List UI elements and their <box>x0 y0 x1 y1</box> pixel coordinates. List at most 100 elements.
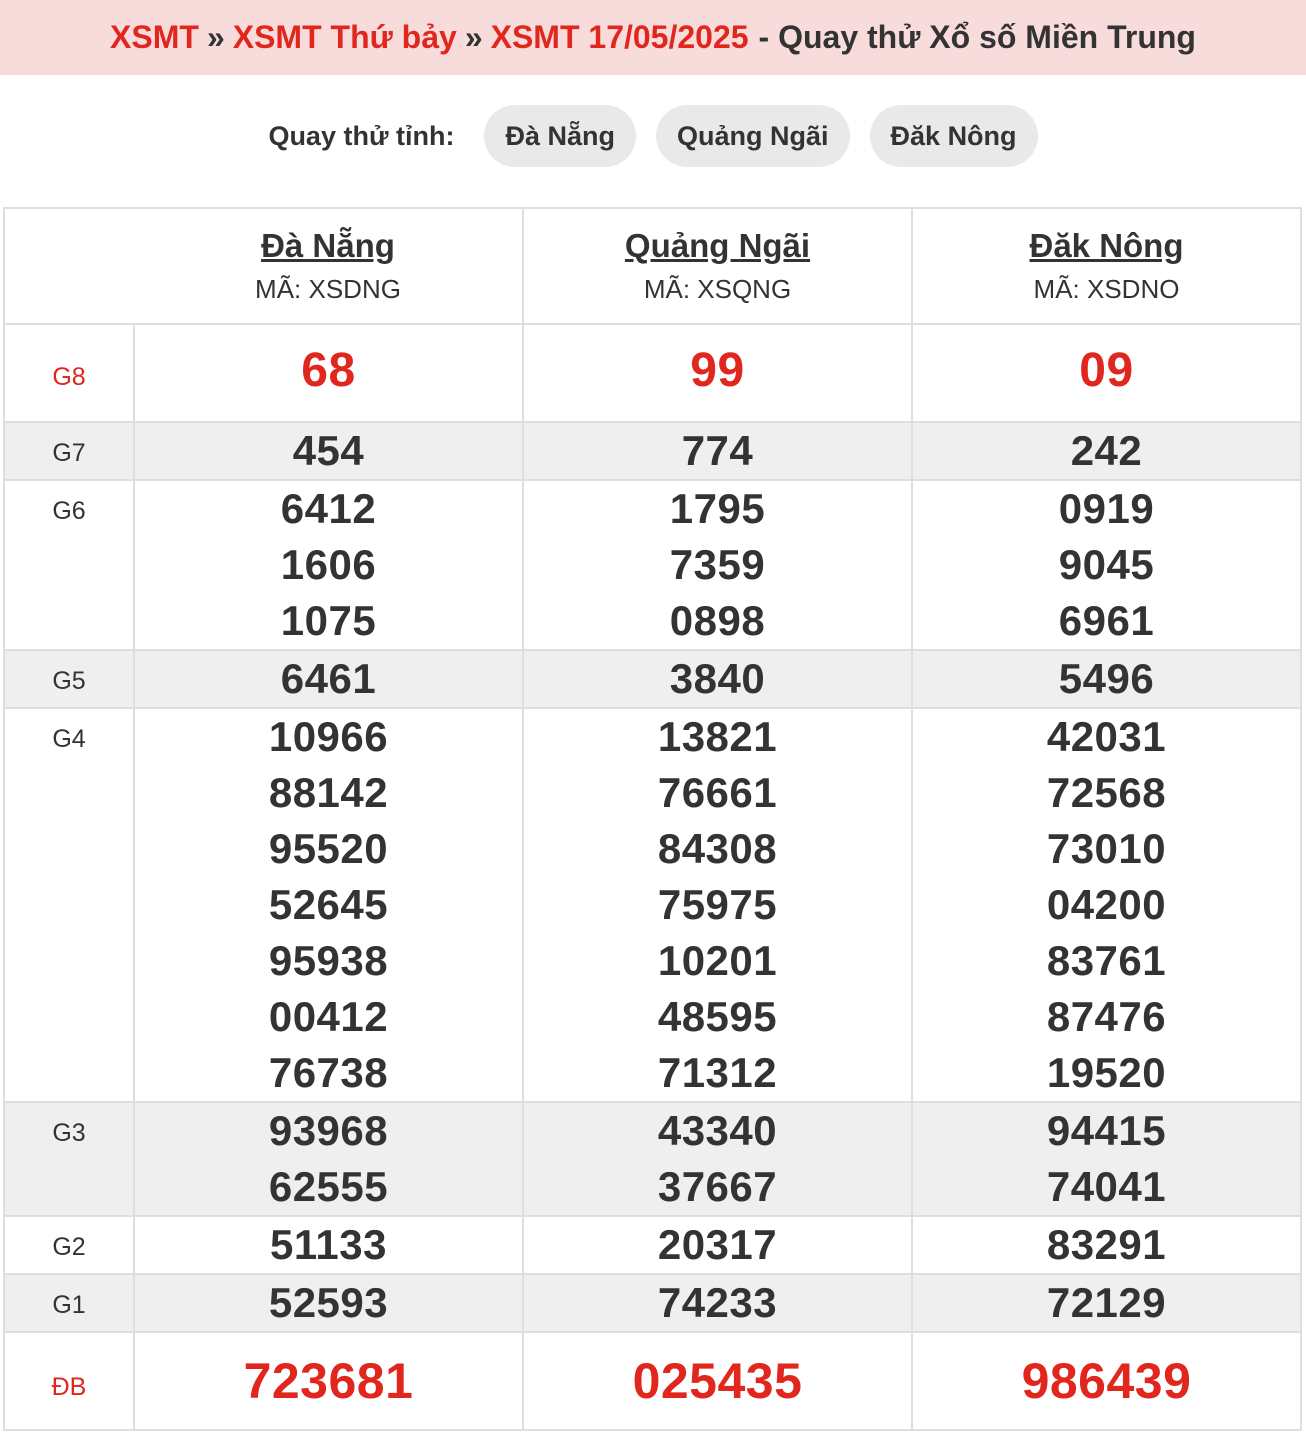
prize-cell: 68 <box>133 323 524 423</box>
prize-number: 74041 <box>1046 1163 1167 1210</box>
prize-cell: 99 <box>522 323 913 423</box>
province-button-da-nang[interactable]: Đà Nẵng <box>484 105 637 167</box>
province-link-dak-nong[interactable]: Đăk Nông <box>913 225 1300 267</box>
breadcrumb-xsmt-saturday[interactable]: XSMT Thứ bảy <box>233 19 457 56</box>
prize-label-cell: G3 <box>3 1101 135 1217</box>
province-button-dak-nong[interactable]: Đăk Nông <box>869 105 1038 167</box>
prize-number: 43340 <box>657 1107 778 1154</box>
breadcrumb-xsmt[interactable]: XSMT <box>110 19 199 56</box>
prize-number: 99 <box>690 344 745 397</box>
prize-cell: 723681 <box>133 1331 524 1431</box>
province-selector-label: Quay thử tỉnh: <box>268 120 455 151</box>
prize-cell: 774 <box>522 421 913 481</box>
prize-number: 3840 <box>669 655 766 702</box>
province-link-quang-ngai[interactable]: Quảng Ngãi <box>524 225 911 267</box>
prize-number: 19520 <box>1046 1049 1167 1096</box>
prize-number: 37667 <box>657 1163 778 1210</box>
province-code: MÃ: XSDNO <box>1033 274 1180 304</box>
prize-number: 10201 <box>657 937 778 984</box>
prize-label: G8 <box>52 363 86 391</box>
prize-number: 454 <box>292 427 365 474</box>
results-table: Đà Nẵng MÃ: XSDNG Quảng Ngãi MÃ: XSQNG Đ… <box>3 207 1302 1431</box>
prize-label-cell: G8 <box>3 323 135 423</box>
prize-cell: 93968 62555 <box>133 1101 524 1217</box>
prize-number: 84308 <box>657 825 778 872</box>
table-header-row: Đà Nẵng MÃ: XSDNG Quảng Ngãi MÃ: XSQNG Đ… <box>3 207 1302 325</box>
province-button-quang-ngai[interactable]: Quảng Ngãi <box>656 105 850 167</box>
prize-number: 75975 <box>657 881 778 928</box>
prize-number: 1795 <box>669 485 766 532</box>
prize-label: G1 <box>52 1291 86 1319</box>
prize-number: 76738 <box>268 1049 389 1096</box>
prize-label-cell: G4 <box>3 707 135 1103</box>
prize-number: 93968 <box>268 1107 389 1154</box>
prize-number: 09 <box>1079 344 1134 397</box>
prize-cell: 3840 <box>522 649 913 709</box>
prize-label-cell: G2 <box>3 1215 135 1275</box>
prize-label-cell: ĐB <box>3 1331 135 1431</box>
prize-cell: 52593 <box>133 1273 524 1333</box>
prize-number: 13821 <box>657 713 778 760</box>
prize-row-g1: G1 52593 74233 72129 <box>3 1273 1302 1333</box>
prize-number: 04200 <box>1046 881 1167 928</box>
prize-cell: 43340 37667 <box>522 1101 913 1217</box>
prize-cell: 10966 88142 95520 52645 95938 00412 7673… <box>133 707 524 1103</box>
prize-number: 68 <box>301 344 356 397</box>
prize-number: 242 <box>1070 427 1143 474</box>
breadcrumb-separator: » <box>206 19 225 55</box>
prize-label: G7 <box>52 439 86 467</box>
prize-number: 94415 <box>1046 1107 1167 1154</box>
prize-number: 6412 <box>280 485 377 532</box>
prize-row-g7: G7 454 774 242 <box>3 421 1302 481</box>
prize-cell: 6461 <box>133 649 524 709</box>
province-selector: Quay thử tỉnh: Đà Nẵng Quảng Ngãi Đăk Nô… <box>0 104 1306 168</box>
prize-cell: 74233 <box>522 1273 913 1333</box>
prize-cell: 51133 <box>133 1215 524 1275</box>
prize-number: 9045 <box>1058 541 1155 588</box>
prize-number: 51133 <box>270 1221 387 1268</box>
page-title-suffix: - Quay thử Xổ số Miền Trung <box>758 19 1196 55</box>
prize-label-cell: G1 <box>3 1273 135 1333</box>
prize-number: 88142 <box>268 769 389 816</box>
special-prize-number: 986439 <box>1021 1353 1192 1409</box>
prize-cell: 83291 <box>911 1215 1302 1275</box>
header-cell-quang-ngai: Quảng Ngãi MÃ: XSQNG <box>522 207 913 325</box>
prize-number: 73010 <box>1046 825 1167 872</box>
breadcrumb-xsmt-date[interactable]: XSMT 17/05/2025 <box>491 19 749 56</box>
prize-cell: 1795 7359 0898 <box>522 479 913 651</box>
prize-cell: 986439 <box>911 1331 1302 1431</box>
prize-number: 0919 <box>1058 485 1155 532</box>
special-prize-number: 025435 <box>632 1353 803 1409</box>
prize-number: 52593 <box>268 1279 389 1326</box>
prize-number: 62555 <box>268 1163 389 1210</box>
prize-number: 83761 <box>1046 937 1167 984</box>
header-cell-dak-nong: Đăk Nông MÃ: XSDNO <box>911 207 1302 325</box>
prize-number: 0898 <box>669 597 766 644</box>
prize-label: ĐB <box>51 1373 87 1401</box>
prize-label-cell: G5 <box>3 649 135 709</box>
prize-cell: 242 <box>911 421 1302 481</box>
prize-number: 7359 <box>669 541 766 588</box>
prize-row-special: ĐB 723681 025435 986439 <box>3 1331 1302 1431</box>
prize-number: 20317 <box>657 1221 778 1268</box>
prize-row-g5: G5 6461 3840 5496 <box>3 649 1302 709</box>
prize-number: 72129 <box>1046 1279 1167 1326</box>
prize-label-cell: G7 <box>3 421 135 481</box>
prize-cell: 20317 <box>522 1215 913 1275</box>
prize-row-g6: G6 6412 1606 1075 1795 7359 0898 0919 90… <box>3 479 1302 651</box>
prize-cell: 5496 <box>911 649 1302 709</box>
prize-row-g4: G4 10966 88142 95520 52645 95938 00412 7… <box>3 707 1302 1103</box>
prize-number: 83291 <box>1046 1221 1167 1268</box>
prize-number: 72568 <box>1046 769 1167 816</box>
prize-number: 95938 <box>268 937 389 984</box>
prize-number: 1075 <box>280 597 377 644</box>
special-prize-number: 723681 <box>243 1353 414 1409</box>
prize-number: 6461 <box>280 655 377 702</box>
prize-label: G6 <box>52 497 86 525</box>
prize-number: 95520 <box>268 825 389 872</box>
prize-number: 71312 <box>657 1049 778 1096</box>
province-link-da-nang[interactable]: Đà Nẵng <box>134 225 522 267</box>
prize-cell: 6412 1606 1075 <box>133 479 524 651</box>
prize-number: 5496 <box>1058 655 1155 702</box>
province-code: MÃ: XSQNG <box>643 274 792 304</box>
